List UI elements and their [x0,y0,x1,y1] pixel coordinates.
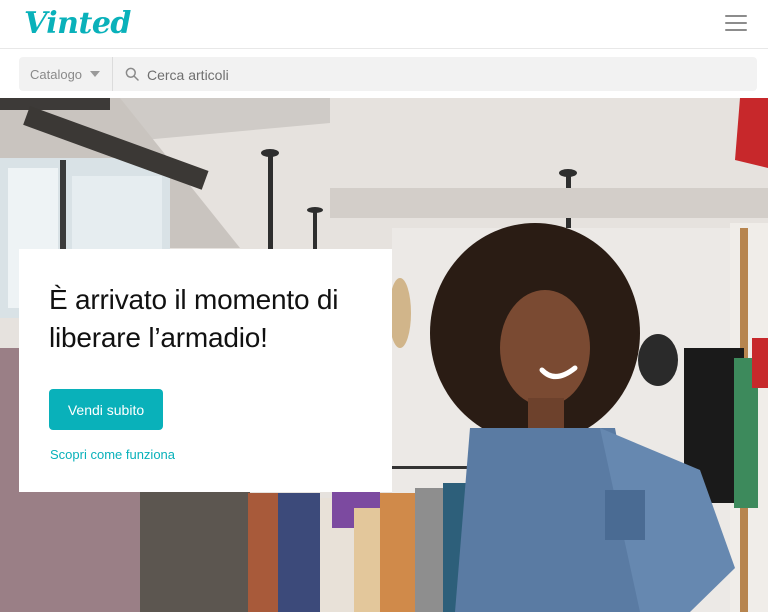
catalog-dropdown[interactable]: Catalogo [19,57,113,91]
catalog-label: Catalogo [30,67,83,82]
top-bar: Vinted [0,0,768,49]
menu-line [725,15,747,17]
search-bar: Catalogo [19,57,757,93]
hero-title: È arrivato il momento di liberare l’arma… [49,284,339,353]
sell-now-button[interactable]: Vendi subito [49,389,163,430]
vinted-logo[interactable]: Vinted [24,6,131,41]
search-icon [125,67,139,81]
hero-banner: È arrivato il momento di liberare l’arma… [0,98,768,612]
search-input[interactable] [145,57,749,93]
chevron-down-icon [90,71,100,77]
hero-card: È arrivato il momento di liberare l’arma… [19,249,392,492]
hamburger-menu-icon[interactable] [725,15,747,33]
how-it-works-link[interactable]: Scopri come funziona [50,447,175,462]
menu-line [725,22,747,24]
menu-line [725,29,747,31]
